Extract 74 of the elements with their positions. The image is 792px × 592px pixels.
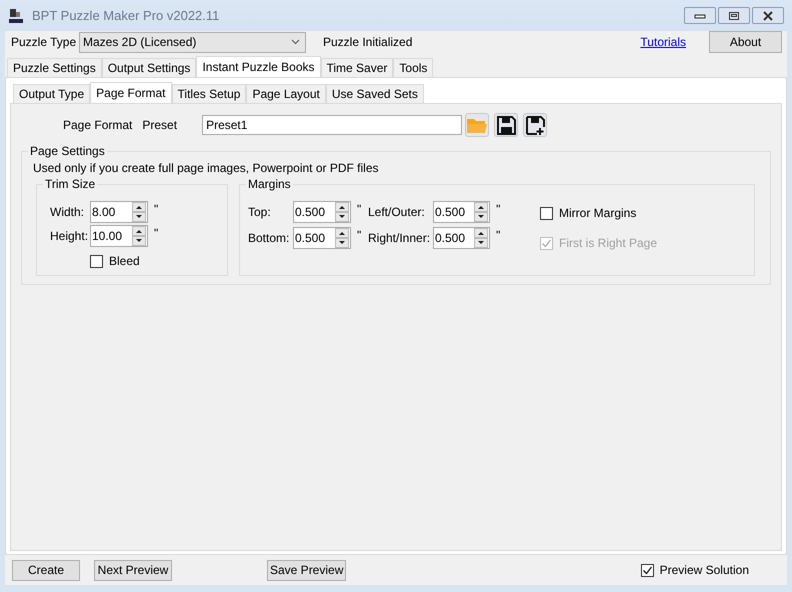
footer-button[interactable]: Create <box>12 560 80 580</box>
preset-field[interactable]: Preset1 <box>202 115 462 135</box>
tab[interactable]: Titles Setup <box>172 84 246 103</box>
tab[interactable]: Puzzle Settings <box>7 58 102 77</box>
about-button[interactable]: About <box>709 31 782 53</box>
unit-label: " <box>154 225 160 242</box>
footer-button[interactable]: Save Preview <box>267 560 346 580</box>
spin-value: 0.500 <box>434 230 466 247</box>
spin-arrows-icon[interactable] <box>474 228 488 248</box>
minimize-icon <box>694 12 706 20</box>
field-label: Width: <box>50 204 86 221</box>
minimize-button[interactable] <box>684 7 716 24</box>
close-icon <box>761 10 775 20</box>
spin-arrows-icon[interactable] <box>335 228 349 248</box>
unit-label: " <box>496 201 502 218</box>
unit-label: " <box>357 201 362 218</box>
checkbox-label: First is Right Page <box>559 235 658 252</box>
tab[interactable]: Output Type <box>13 84 90 103</box>
spin-arrows-icon[interactable] <box>132 226 146 246</box>
puzzle-type-dropdown[interactable]: Mazes 2D (Licensed) <box>79 32 306 52</box>
field-label: Right/Inner: <box>368 230 432 247</box>
note-text: Used only if you create full page images, Powerpoint or PDF files <box>33 161 380 175</box>
spin-arrows-icon[interactable] <box>132 202 146 222</box>
spin-value: 8.00 <box>91 204 116 221</box>
app-logo-icon <box>8 8 24 24</box>
spin-field[interactable]: 0.500 <box>433 227 490 249</box>
checkbox-label: Preview Solution <box>660 562 749 579</box>
close-button[interactable] <box>752 7 784 24</box>
status-text: Puzzle Initialized <box>323 34 412 51</box>
tab[interactable]: Page Layout <box>246 84 326 103</box>
spin-value: 0.500 <box>294 204 326 221</box>
chevron-down-icon <box>291 39 300 45</box>
save-as-button[interactable] <box>523 113 548 137</box>
maximize-button[interactable] <box>718 7 750 24</box>
footer-button[interactable]: Next Preview <box>94 560 172 580</box>
page-format-label: Page Format <box>63 117 132 134</box>
puzzle-type-label: Puzzle Type <box>11 34 78 51</box>
checkbox[interactable] <box>640 564 654 576</box>
field-label: Bottom: <box>248 230 290 247</box>
unit-label: " <box>357 227 362 244</box>
tab[interactable]: Tools <box>393 58 434 77</box>
spin-field[interactable]: 10.00 <box>90 225 148 247</box>
unit-label: " <box>154 201 160 218</box>
spin-field[interactable]: 0.500 <box>433 201 490 223</box>
spin-arrows-icon[interactable] <box>474 202 488 222</box>
field-label: Top: <box>248 204 272 221</box>
field-label: Height: <box>50 228 90 245</box>
checkbox-label: Mirror Margins <box>559 205 636 222</box>
spin-field[interactable]: 0.500 <box>293 227 351 249</box>
tab[interactable]: Time Saver <box>320 58 394 77</box>
save-button[interactable] <box>494 113 518 137</box>
spin-field[interactable]: 8.00 <box>90 201 148 223</box>
tutorials-link[interactable]: Tutorials <box>640 33 686 51</box>
tab[interactable]: Page Format <box>90 82 172 103</box>
tab[interactable]: Output Settings <box>102 58 196 77</box>
floppy-disk-plus-icon <box>526 116 545 134</box>
spin-value: 0.500 <box>434 204 466 221</box>
tab[interactable]: Use Saved Sets <box>326 84 424 103</box>
spin-arrows-icon[interactable] <box>335 202 349 222</box>
checkbox[interactable] <box>90 254 103 268</box>
checkbox-label: Bleed <box>109 253 140 270</box>
unit-label: " <box>496 227 502 244</box>
tab[interactable]: Instant Puzzle Books <box>196 56 320 77</box>
folder-icon <box>467 116 488 134</box>
preset-label: Preset <box>142 117 178 134</box>
field-label: Left/Outer: <box>368 204 426 221</box>
checkbox[interactable] <box>540 206 553 220</box>
maximize-icon <box>728 10 740 20</box>
spin-value: 10.00 <box>91 228 124 245</box>
spin-field[interactable]: 0.500 <box>293 201 351 223</box>
group-title: Margins <box>246 176 293 192</box>
group-title: Page Settings <box>28 143 107 159</box>
spin-value: 0.500 <box>294 230 326 247</box>
window-title: BPT Puzzle Maker Pro v2022.11 <box>32 6 220 25</box>
